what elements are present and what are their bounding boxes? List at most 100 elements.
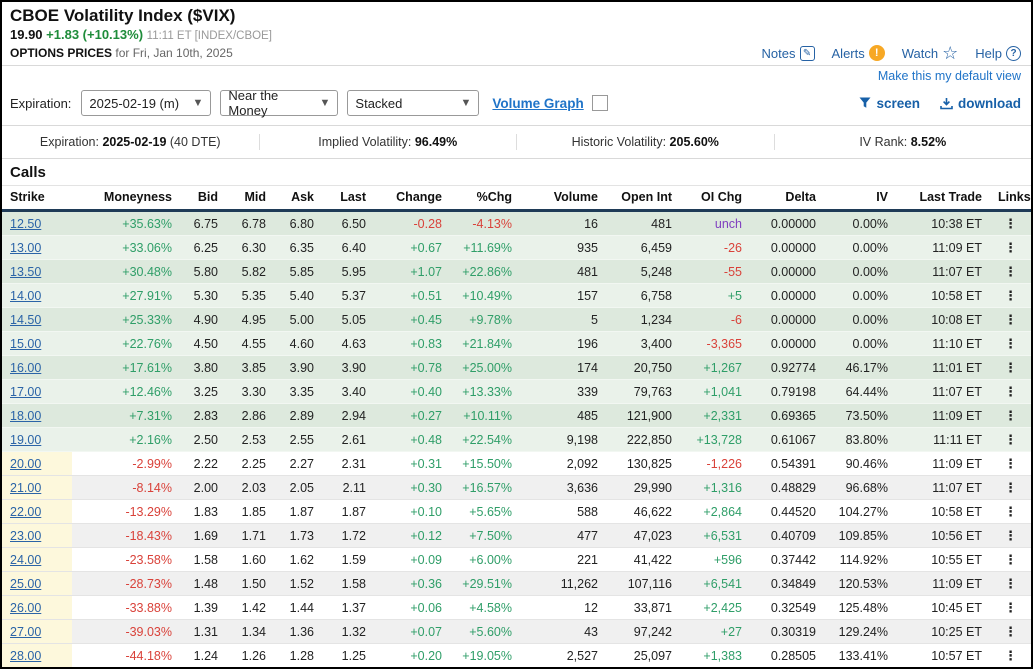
column-header-open_int[interactable]: Open Int — [606, 185, 680, 212]
default-view-link[interactable]: Make this my default view — [878, 69, 1021, 83]
row-menu-kebab-icon[interactable]: ⋮ — [1004, 360, 1017, 375]
iv-cell: 90.46% — [824, 451, 896, 476]
strike-link[interactable]: 13.00 — [10, 241, 41, 255]
row-menu-kebab-icon[interactable]: ⋮ — [1004, 528, 1017, 543]
change-cell: +0.67 — [374, 235, 450, 260]
table-row: 19.00 +2.16% 2.50 2.53 2.55 2.61 +0.48 +22.54% 9… — [2, 427, 1031, 452]
row-menu-kebab-icon[interactable]: ⋮ — [1004, 648, 1017, 663]
pct-chg-cell: +11.69% — [450, 235, 520, 260]
column-header-moneyness[interactable]: Moneyness — [72, 185, 180, 212]
screen-button[interactable]: screen — [859, 96, 920, 111]
volume-graph-link[interactable]: Volume Graph — [492, 96, 583, 111]
ask-cell: 1.73 — [274, 523, 322, 548]
column-header-ask[interactable]: Ask — [274, 185, 322, 212]
download-button[interactable]: download — [940, 96, 1021, 111]
delta-cell: 0.00000 — [750, 283, 824, 308]
row-menu-kebab-icon[interactable]: ⋮ — [1004, 552, 1017, 567]
strike-link[interactable]: 18.00 — [10, 409, 41, 423]
ask-cell: 2.05 — [274, 475, 322, 500]
row-menu-kebab-icon[interactable]: ⋮ — [1004, 408, 1017, 423]
column-header-change[interactable]: Change — [374, 185, 450, 212]
ask-cell: 5.85 — [274, 259, 322, 284]
bid-cell: 1.83 — [180, 499, 226, 524]
open-int-cell: 25,097 — [606, 643, 680, 667]
row-menu-kebab-icon[interactable]: ⋮ — [1004, 624, 1017, 639]
strike-link[interactable]: 25.00 — [10, 577, 41, 591]
last-trade-cell: 10:58 ET — [896, 283, 990, 308]
strike-link[interactable]: 19.00 — [10, 433, 41, 447]
row-menu-kebab-icon[interactable]: ⋮ — [1004, 432, 1017, 447]
change-cell: +0.40 — [374, 379, 450, 404]
alerts-button[interactable]: Alerts ! — [832, 45, 885, 61]
summary-hv-value: 205.60% — [669, 135, 719, 149]
watch-button[interactable]: Watch ☆ — [902, 44, 959, 62]
column-header-iv[interactable]: IV — [824, 185, 896, 212]
mid-cell: 5.35 — [226, 283, 274, 308]
row-menu-kebab-icon[interactable]: ⋮ — [1004, 216, 1017, 231]
delta-cell: 0.69365 — [750, 403, 824, 428]
strike-link[interactable]: 22.00 — [10, 505, 41, 519]
column-header-last_trade[interactable]: Last Trade — [896, 185, 990, 212]
download-label: download — [958, 95, 1021, 111]
row-menu-kebab-icon[interactable]: ⋮ — [1004, 504, 1017, 519]
moneyness-select[interactable]: Near the Money ▼ — [220, 88, 339, 118]
iv-cell: 46.17% — [824, 355, 896, 380]
row-menu-kebab-icon[interactable]: ⋮ — [1004, 480, 1017, 495]
row-menu-kebab-icon[interactable]: ⋮ — [1004, 336, 1017, 351]
row-menu-kebab-icon[interactable]: ⋮ — [1004, 576, 1017, 591]
open-int-cell: 20,750 — [606, 355, 680, 380]
delta-cell: 0.28505 — [750, 643, 824, 667]
strike-link: 19.00 — [2, 427, 72, 452]
column-header-strike[interactable]: Strike — [2, 185, 72, 212]
row-menu-kebab-icon[interactable]: ⋮ — [1004, 264, 1017, 279]
strike-link[interactable]: 15.00 — [10, 337, 41, 351]
options-prices-page: CBOE Volatility Index ($VIX) 19.90 +1.83… — [0, 0, 1033, 669]
masthead-links: Notes ✎ Alerts ! Watch ☆ Help ? — [762, 44, 1021, 62]
bid-cell: 3.80 — [180, 355, 226, 380]
notes-icon: ✎ — [799, 45, 815, 61]
moneyness-cell: +22.76% — [72, 331, 180, 356]
volume-graph-checkbox[interactable] — [591, 95, 608, 111]
view-select[interactable]: Stacked ▼ — [347, 90, 480, 116]
strike-link[interactable]: 14.50 — [10, 313, 41, 327]
strike-link[interactable]: 28.00 — [10, 649, 41, 663]
moneyness-cell: -44.18% — [72, 643, 180, 667]
row-menu-kebab-icon[interactable]: ⋮ — [1004, 288, 1017, 303]
expiration-select[interactable]: 2025-02-19 (m) ▼ — [81, 90, 212, 116]
strike-link[interactable]: 17.00 — [10, 385, 41, 399]
strike-link[interactable]: 26.00 — [10, 601, 41, 615]
last-cell: 1.32 — [322, 619, 374, 644]
column-header-bid[interactable]: Bid — [180, 185, 226, 212]
column-header-mid[interactable]: Mid — [226, 185, 274, 212]
row-menu-kebab-icon[interactable]: ⋮ — [1004, 312, 1017, 327]
strike-link[interactable]: 12.50 — [10, 217, 41, 231]
strike-link[interactable]: 20.00 — [10, 457, 41, 471]
column-header-links[interactable]: Links — [990, 185, 1031, 212]
volume-cell: 485 — [520, 403, 606, 428]
strike-link[interactable]: 13.50 — [10, 265, 41, 279]
last-price: 19.90 — [10, 27, 43, 42]
pct-chg-cell: +22.86% — [450, 259, 520, 284]
row-menu-kebab-icon[interactable]: ⋮ — [1004, 456, 1017, 471]
row-menu-kebab-icon[interactable]: ⋮ — [1004, 384, 1017, 399]
strike-link[interactable]: 27.00 — [10, 625, 41, 639]
strike-link[interactable]: 14.00 — [10, 289, 41, 303]
page-title: CBOE Volatility Index ($VIX) — [10, 6, 236, 25]
pct-chg-cell: +22.54% — [450, 427, 520, 452]
expiration-select-value: 2025-02-19 (m) — [89, 95, 180, 111]
notes-button[interactable]: Notes ✎ — [762, 45, 815, 61]
row-menu-kebab-icon[interactable]: ⋮ — [1004, 240, 1017, 255]
strike-link[interactable]: 24.00 — [10, 553, 41, 567]
row-menu-kebab-icon[interactable]: ⋮ — [1004, 600, 1017, 615]
help-button[interactable]: Help ? — [975, 45, 1021, 61]
strike-link[interactable]: 21.00 — [10, 481, 41, 495]
column-header-delta[interactable]: Delta — [750, 185, 824, 212]
column-header-last[interactable]: Last — [322, 185, 374, 212]
last-cell: 6.50 — [322, 210, 374, 236]
strike-link[interactable]: 16.00 — [10, 361, 41, 375]
column-header-oi_chg[interactable]: OI Chg — [680, 185, 750, 212]
strike-link[interactable]: 23.00 — [10, 529, 41, 543]
column-header-pct_chg[interactable]: %Chg — [450, 185, 520, 212]
column-header-volume[interactable]: Volume — [520, 185, 606, 212]
open-int-cell: 79,763 — [606, 379, 680, 404]
